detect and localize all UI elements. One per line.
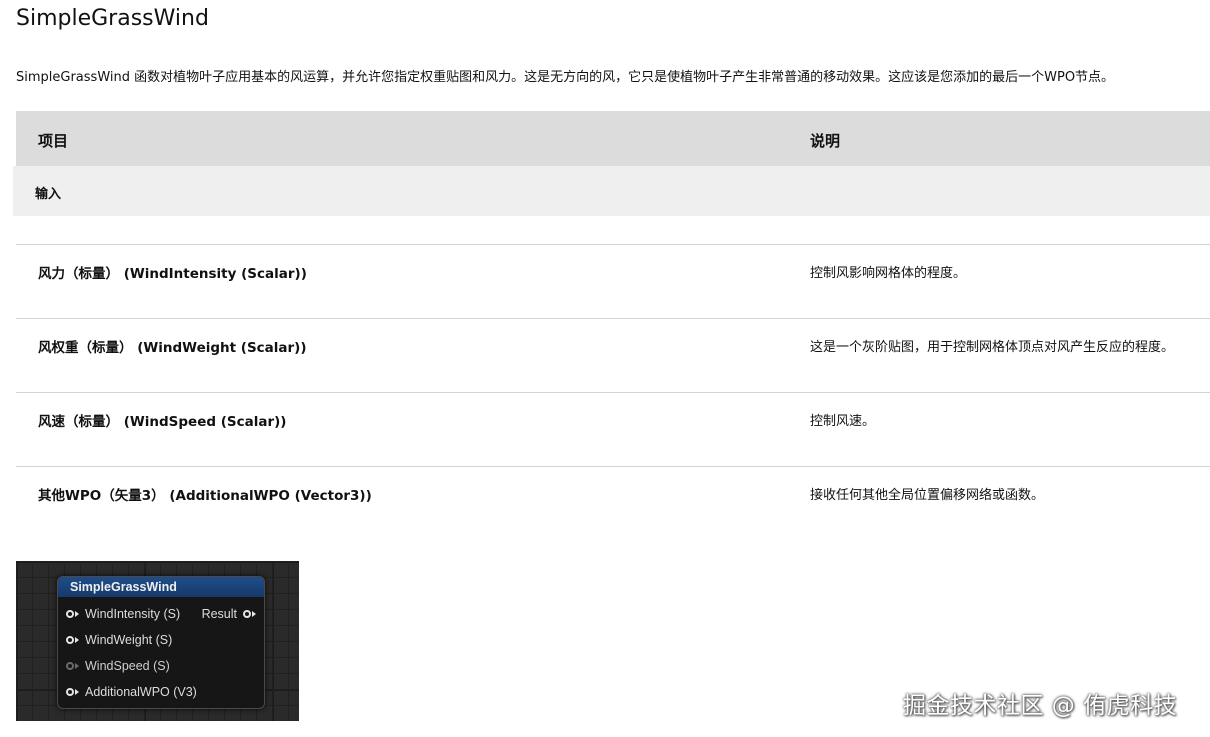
row-description: 控制风速。: [810, 414, 876, 429]
page-title: SimpleGrassWind: [16, 6, 209, 31]
input-pin-additionalwpo[interactable]: AdditionalWPO (V3): [66, 684, 197, 700]
pin-arrow-icon: [75, 637, 79, 643]
simplegrasswind-node[interactable]: SimpleGrassWind WindIntensity (S) WindWe…: [57, 576, 265, 709]
header-item: 项目: [38, 132, 69, 150]
pin-arrow-icon: [252, 611, 256, 617]
pin-circle-icon: [66, 662, 74, 670]
pin-label: Result: [201, 607, 237, 621]
row-name: 风力（标量） (WindIntensity (Scalar)): [38, 266, 307, 282]
pin-arrow-icon: [75, 689, 79, 695]
pin-circle-icon: [66, 636, 74, 644]
material-node-graph: SimpleGrassWind WindIntensity (S) WindWe…: [16, 561, 299, 721]
node-title: SimpleGrassWind: [58, 577, 264, 597]
input-pin-windweight[interactable]: WindWeight (S): [66, 632, 172, 648]
pin-circle-icon: [243, 610, 251, 618]
table-row: 风速（标量） (WindSpeed (Scalar)) 控制风速。: [16, 393, 1210, 467]
row-description: 接收任何其他全局位置偏移网络或函数。: [810, 488, 1045, 503]
pin-arrow-icon: [75, 611, 79, 617]
row-name: 其他WPO（矢量3） (AdditionalWPO (Vector3)): [38, 488, 372, 504]
header-description: 说明: [810, 132, 841, 150]
pin-circle-icon: [66, 688, 74, 696]
pin-circle-icon: [66, 610, 74, 618]
pin-label: AdditionalWPO (V3): [85, 685, 197, 699]
pin-label: WindSpeed (S): [85, 659, 170, 673]
pin-label: WindIntensity (S): [85, 607, 181, 621]
input-pin-windintensity[interactable]: WindIntensity (S): [66, 606, 180, 622]
table-row: 其他WPO（矢量3） (AdditionalWPO (Vector3)) 接收任…: [16, 467, 1210, 540]
row-name: 风权重（标量） (WindWeight (Scalar)): [38, 340, 307, 356]
row-description: 这是一个灰阶贴图，用于控制网格体顶点对风产生反应的程度。: [810, 340, 1175, 355]
input-pin-windspeed[interactable]: WindSpeed (S): [66, 658, 170, 674]
output-pin-result[interactable]: Result: [202, 606, 256, 622]
inputs-table: 项目 说明 输入 风力（标量） (WindIntensity (Scalar))…: [13, 111, 1210, 540]
group-row-inputs: 输入: [13, 166, 1210, 216]
pin-label: WindWeight (S): [85, 633, 173, 647]
group-label: 输入: [35, 187, 62, 202]
pin-arrow-icon: [75, 663, 79, 669]
table-header: 项目 说明: [16, 111, 1210, 166]
watermark: 掘金技术社区 @ 侑虎科技: [903, 693, 1178, 719]
table-row: 风力（标量） (WindIntensity (Scalar)) 控制风影响网格体…: [16, 245, 1210, 319]
table-row: 风权重（标量） (WindWeight (Scalar)) 这是一个灰阶贴图，用…: [16, 319, 1210, 393]
intro-paragraph: SimpleGrassWind 函数对植物叶子应用基本的风运算，并允许您指定权重…: [16, 70, 1115, 85]
row-description: 控制风影响网格体的程度。: [810, 266, 967, 281]
row-name: 风速（标量） (WindSpeed (Scalar)): [38, 414, 287, 430]
table-spacer: [16, 216, 1210, 245]
